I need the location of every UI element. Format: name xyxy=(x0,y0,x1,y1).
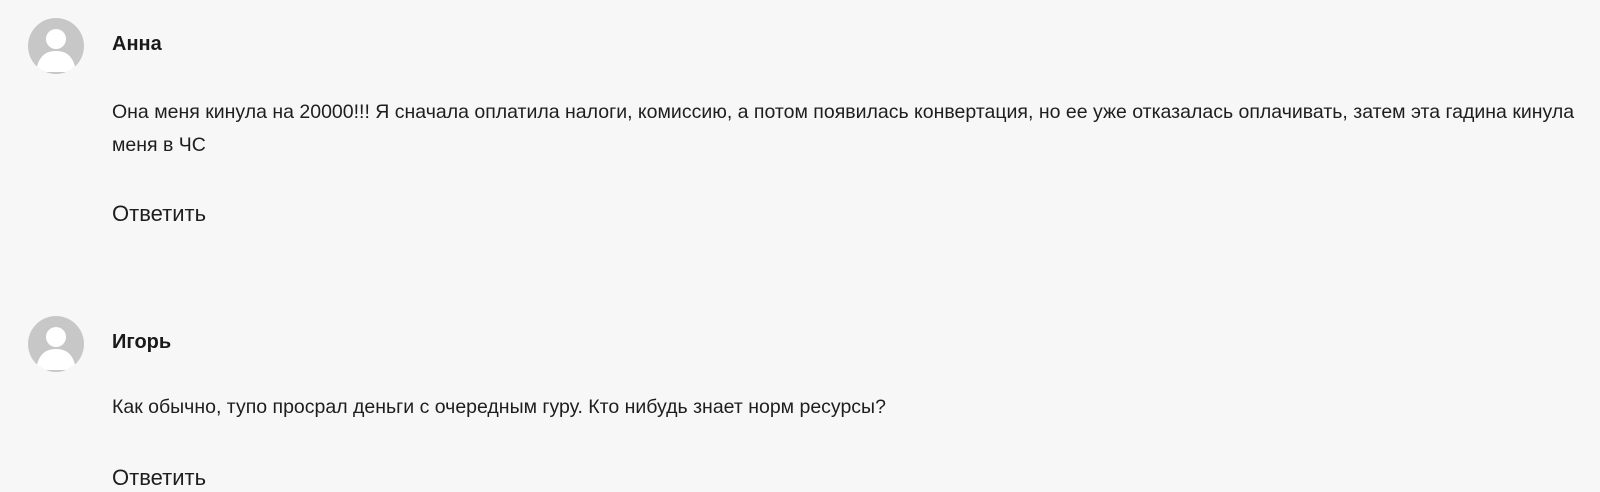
comment-author: Анна xyxy=(112,33,162,55)
reply-button[interactable]: Ответить xyxy=(112,200,206,228)
user-silhouette-icon xyxy=(36,29,76,72)
avatar xyxy=(28,18,84,74)
comments-list: Анна Она меня кинула на 20000!!! Я снача… xyxy=(0,0,1600,490)
reply-button[interactable]: Ответить xyxy=(112,464,206,492)
comment-text: Она меня кинула на 20000!!! Я сначала оп… xyxy=(112,101,1575,156)
avatar xyxy=(28,316,84,372)
comment-text: Как обычно, тупо просрал деньги с очеред… xyxy=(112,396,886,418)
user-silhouette-icon xyxy=(36,327,76,370)
comment-author: Игорь xyxy=(112,331,172,353)
